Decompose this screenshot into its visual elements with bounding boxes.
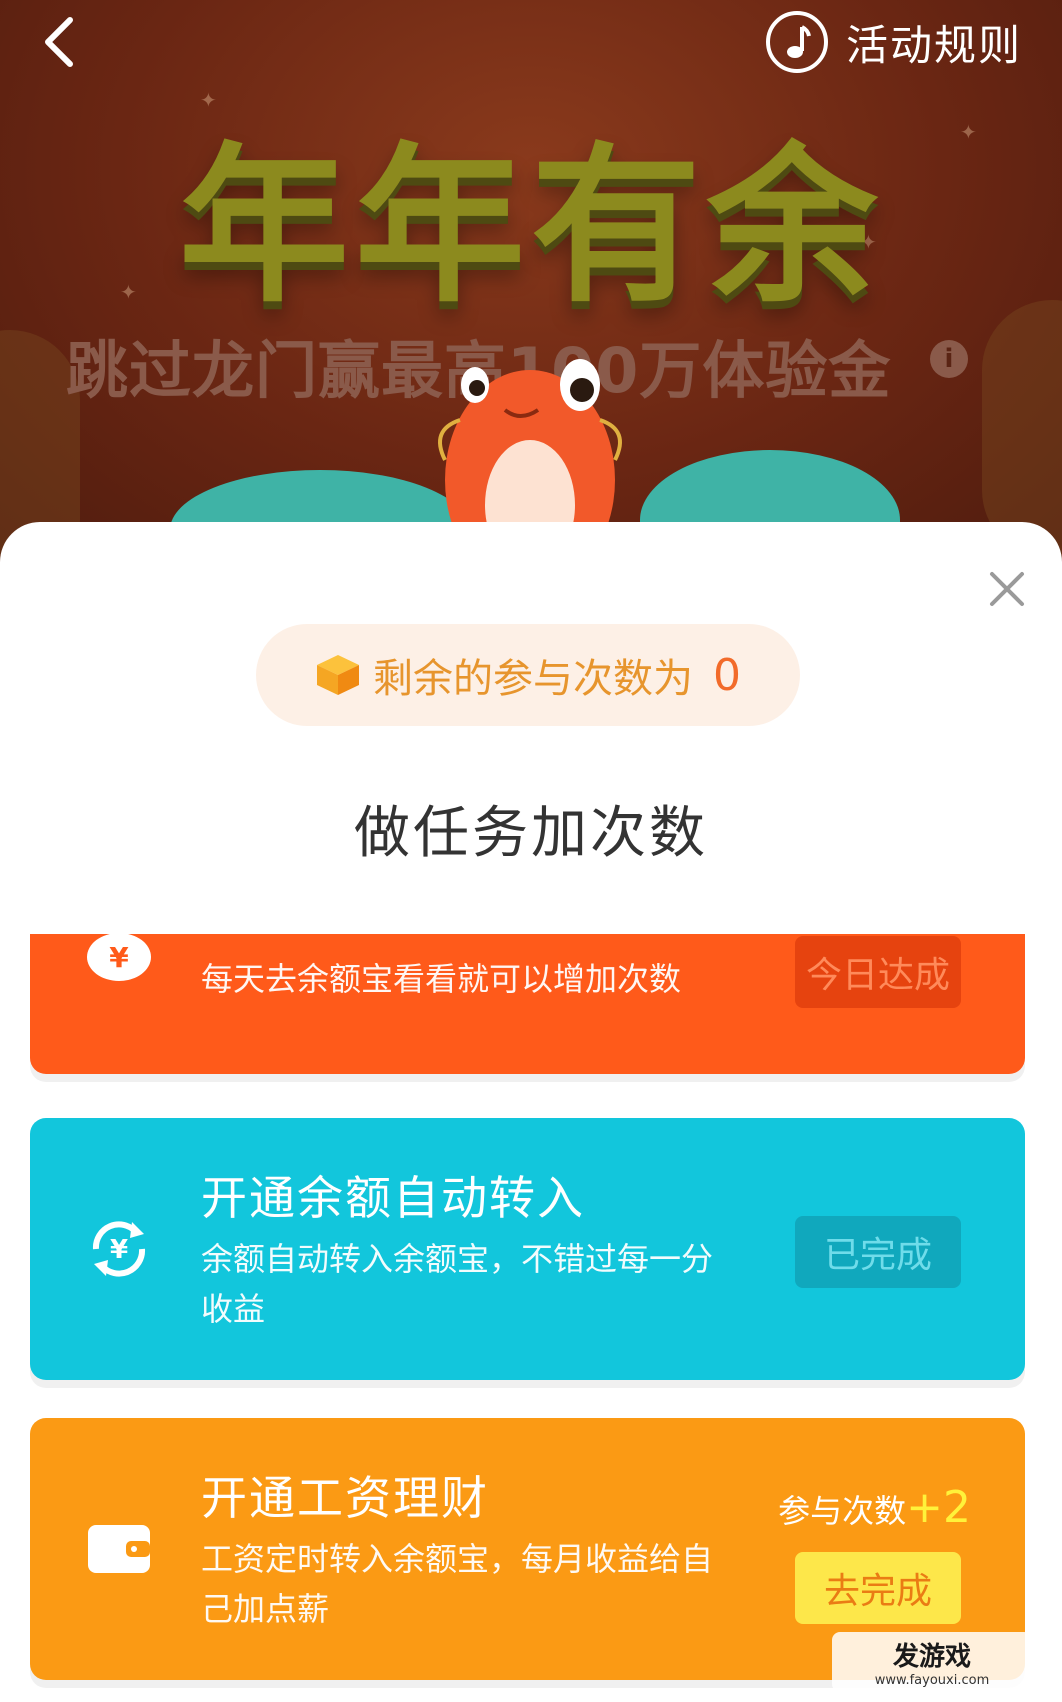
yuan-refresh-icon: ¥ — [86, 1216, 152, 1282]
yuan-bag-icon: ¥ — [86, 924, 152, 990]
task-description: 工资定时转入余额宝，每月收益给自己加点薪 — [201, 1540, 714, 1628]
remaining-count: 0 — [713, 649, 741, 701]
bonus-label: 参与次数 — [778, 1492, 907, 1530]
remaining-count-pill: 剩余的参与次数为 0 — [256, 624, 800, 726]
task-description: 每天去余额宝看看就可以增加次数 — [201, 960, 682, 998]
participation-bonus: 参与次数+2 — [778, 1482, 971, 1533]
section-title: 做任务加次数 — [354, 801, 708, 866]
remaining-label: 剩余的参与次数为 — [373, 656, 693, 702]
info-icon[interactable]: i — [930, 340, 968, 378]
watermark-sub: www.fayouxi.com — [874, 1673, 990, 1688]
task-card-auto-transfer: ¥ 开通余额自动转入 余额自动转入余额宝，不错过每一分收益 已完成 — [30, 1118, 1025, 1380]
watermark: 发游戏 www.fayouxi.com — [832, 1632, 1032, 1692]
activity-banner: ✦ ✦ ✦ ✦ 活动规则 年年有余 跳过龙门赢最高100万体验金 i — [0, 0, 1062, 560]
task-modal: 剩余的参与次数为 0 做任务加次数 ¥ 每天去余额宝看看就可以增加次数 今日达成… — [0, 522, 1062, 1702]
task-description: 余额自动转入余额宝，不错过每一分收益 — [201, 1240, 714, 1328]
watermark-main: 发游戏 — [892, 1642, 971, 1672]
task-status-button[interactable]: 已完成 — [795, 1216, 961, 1288]
banner-title: 年年有余 — [178, 128, 883, 326]
music-note-icon — [765, 11, 828, 73]
chevron-left-icon — [45, 17, 73, 67]
wallet-icon — [86, 1516, 152, 1582]
svg-text:¥: ¥ — [109, 941, 129, 974]
go-complete-button[interactable]: 去完成 — [795, 1552, 961, 1624]
bonus-value: +2 — [906, 1482, 971, 1533]
close-icon[interactable] — [982, 564, 1032, 614]
task-name: 开通工资理财 — [201, 1471, 489, 1525]
task-name: 开通余额自动转入 — [201, 1171, 585, 1225]
cloud-decoration — [982, 300, 1062, 560]
activity-rules-label: 活动规则 — [845, 20, 1022, 70]
task-card-daily-visit: ¥ 每天去余额宝看看就可以增加次数 今日达成 — [30, 933, 1025, 1074]
task-status-button[interactable]: 今日达成 — [795, 936, 961, 1008]
activity-rules-button[interactable]: 活动规则 — [765, 6, 1022, 78]
back-button[interactable] — [26, 10, 90, 74]
gift-box-icon — [317, 655, 359, 695]
svg-text:¥: ¥ — [110, 1235, 128, 1265]
